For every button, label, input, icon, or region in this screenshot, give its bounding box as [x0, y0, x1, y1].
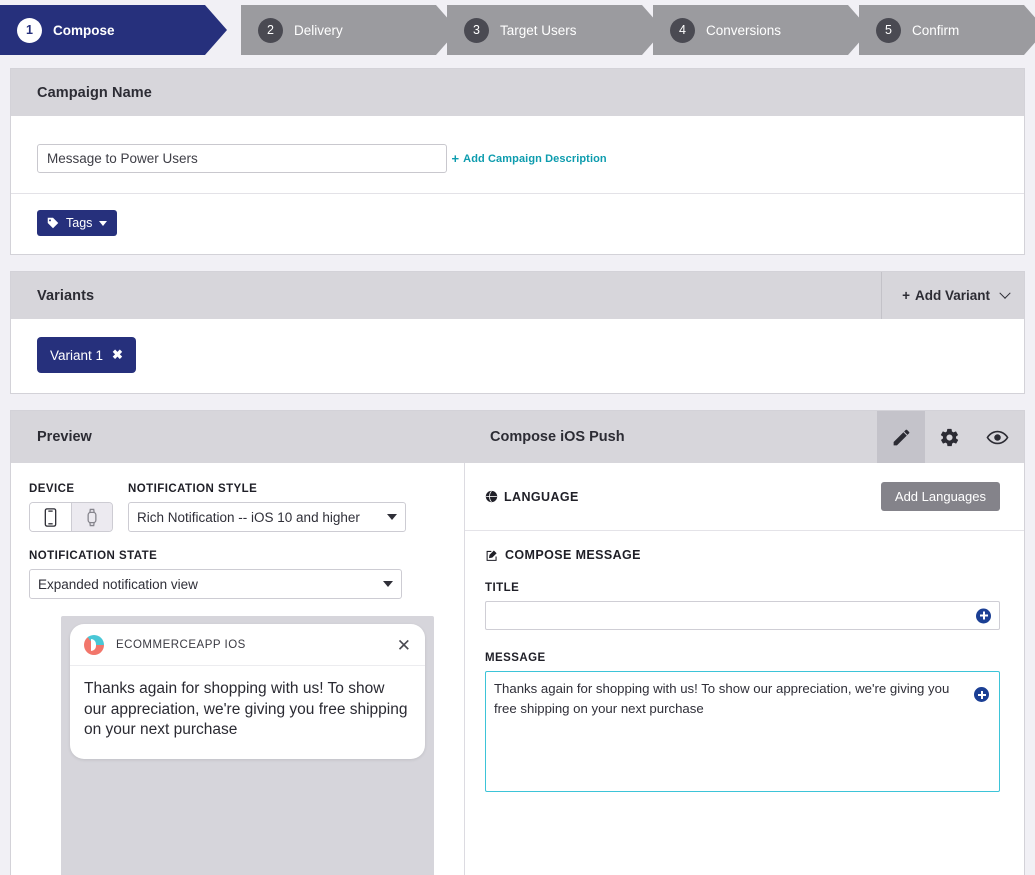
step-number: 2 [258, 17, 283, 43]
add-campaign-description-label: Add Campaign Description [463, 152, 607, 165]
message-textarea[interactable] [485, 671, 1000, 792]
device-toggle-group[interactable] [29, 502, 113, 532]
campaign-name-body: + Add Campaign Description [11, 116, 1024, 193]
preview-title: Preview [37, 429, 92, 445]
notification-state-label: NOTIFICATION STATE [29, 550, 158, 562]
compose-title: Compose iOS Push [490, 429, 625, 445]
compose-message-section: COMPOSE MESSAGE TITLE MESSAGE [465, 531, 1024, 797]
phone-preview-screen: ECOMMERCEAPP IOS ✕ Thanks again for shop… [61, 616, 434, 875]
tags-label: Tags [66, 216, 93, 230]
close-icon[interactable]: ✕ [397, 637, 411, 654]
step-number: 1 [17, 17, 42, 43]
message-label: MESSAGE [485, 652, 546, 664]
step-label: Confirm [912, 22, 960, 38]
step-delivery[interactable]: 2 Delivery [241, 5, 458, 55]
variants-title: Variants [37, 287, 95, 304]
step-label: Target Users [500, 22, 577, 38]
step-compose[interactable]: 1 Compose [0, 5, 227, 55]
tags-button[interactable]: Tags [37, 210, 118, 236]
campaign-name-header: Campaign Name [11, 69, 1024, 116]
step-confirm[interactable]: 5 Confirm [859, 5, 1035, 55]
progress-step-bar: 1 Compose 2 Delivery 3 Target Users 4 Co… [0, 0, 1035, 55]
pencil-icon[interactable] [877, 411, 925, 463]
preview-pane: DEVICE NOTIFICATION STYLE Rich Notificat… [11, 463, 465, 875]
add-languages-button[interactable]: Add Languages [880, 482, 1000, 511]
compose-split: DEVICE NOTIFICATION STYLE Rich Notificat… [11, 463, 1024, 875]
globe-icon [485, 490, 498, 503]
variants-body: Variant 1 ✖ [11, 319, 1024, 393]
language-label: LANGUAGE [504, 489, 579, 504]
close-icon[interactable]: ✖ [112, 347, 123, 363]
step-label: Delivery [294, 22, 343, 38]
eye-icon[interactable] [973, 411, 1021, 463]
phone-icon[interactable] [30, 503, 71, 531]
compose-message-label: COMPOSE MESSAGE [505, 548, 641, 562]
step-label: Compose [53, 22, 115, 38]
notification-state-select[interactable]: Expanded notification view [29, 569, 402, 599]
notification-style-select[interactable]: Rich Notification -- iOS 10 and higher [128, 502, 406, 532]
campaign-name-input[interactable] [37, 144, 447, 173]
step-label: Conversions [706, 22, 782, 38]
step-conversions[interactable]: 4 Conversions [653, 5, 870, 55]
compose-panel-header: Preview Compose iOS Push [11, 411, 1024, 463]
language-row: LANGUAGE Add Languages [465, 463, 1024, 531]
variants-header: Variants + Add Variant [11, 272, 1024, 319]
step-number: 4 [670, 17, 695, 43]
variants-panel: Variants + Add Variant Variant 1 ✖ [10, 271, 1025, 394]
campaign-name-panel: Campaign Name + Add Campaign Description… [10, 68, 1025, 255]
step-number: 5 [876, 17, 901, 43]
title-label: TITLE [485, 582, 520, 594]
variant-tab-1[interactable]: Variant 1 ✖ [37, 337, 136, 373]
watch-icon[interactable] [71, 503, 112, 531]
notification-card-header: ECOMMERCEAPP IOS ✕ [70, 624, 425, 666]
gear-icon[interactable] [925, 411, 973, 463]
add-campaign-description-link[interactable]: + Add Campaign Description [451, 152, 606, 165]
chevron-down-icon[interactable] [999, 287, 1011, 299]
tag-icon [47, 217, 59, 229]
app-logo-icon [84, 635, 104, 655]
step-chevron-tip [205, 5, 227, 55]
compose-header-icon-group [877, 411, 1021, 463]
plus-icon: + [902, 288, 910, 303]
step-chevron-tip [1024, 5, 1035, 55]
device-group: DEVICE [29, 483, 113, 532]
compose-panel: Preview Compose iOS Push DEVICE NOTIFICA… [10, 410, 1025, 875]
plus-icon: + [451, 151, 460, 166]
notification-body-text: Thanks again for shopping with us! To sh… [84, 680, 408, 739]
notification-style-group: NOTIFICATION STYLE Rich Notification -- … [128, 483, 406, 532]
add-personalization-message-icon[interactable] [974, 687, 989, 702]
step-number: 3 [464, 17, 489, 43]
chevron-down-icon [99, 220, 108, 226]
edit-square-icon [485, 549, 499, 562]
editor-pane: LANGUAGE Add Languages COMPOSE MESSAGE T… [465, 463, 1024, 875]
step-target-users[interactable]: 3 Target Users [447, 5, 664, 55]
title-input[interactable] [485, 601, 1000, 630]
campaign-name-title: Campaign Name [37, 84, 152, 101]
tags-row: Tags [11, 193, 1024, 254]
device-style-row: DEVICE NOTIFICATION STYLE Rich Notificat… [29, 483, 446, 532]
notification-preview-card: ECOMMERCEAPP IOS ✕ Thanks again for shop… [70, 624, 425, 759]
notification-app-name: ECOMMERCEAPP IOS [116, 639, 246, 651]
variant-tab-label: Variant 1 [50, 347, 104, 363]
notification-style-label: NOTIFICATION STYLE [128, 483, 258, 495]
device-label: DEVICE [29, 483, 75, 495]
add-personalization-title-icon[interactable] [976, 608, 991, 623]
add-variant-button[interactable]: + Add Variant [881, 272, 1024, 319]
add-variant-label: Add Variant [914, 288, 990, 303]
notification-state-group: NOTIFICATION STATE Expanded notification… [29, 550, 446, 599]
